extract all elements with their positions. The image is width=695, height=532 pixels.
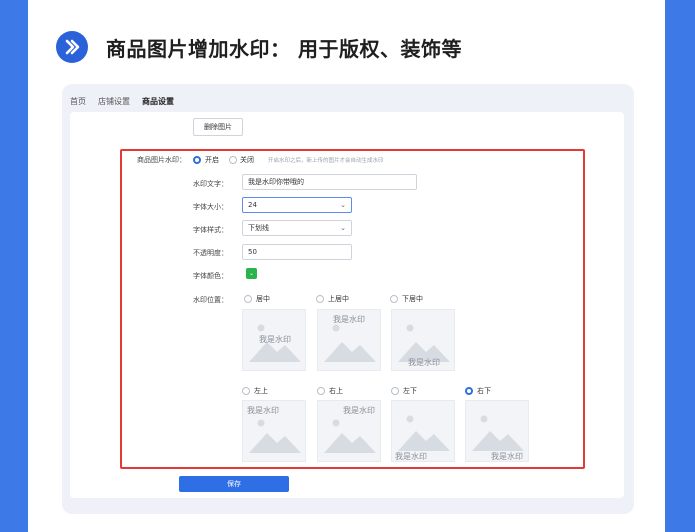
position-bottom-center-preview[interactable]: 我是水印 <box>391 309 455 371</box>
position-top-right-radio[interactable] <box>317 387 325 395</box>
font-color-picker[interactable]: ⌄ <box>246 268 257 279</box>
position-center-label[interactable]: 居中 <box>256 294 270 304</box>
save-button[interactable]: 保存 <box>179 476 289 492</box>
position-top-right-preview[interactable]: 我是水印 <box>317 400 381 462</box>
position-top-center-radio[interactable] <box>316 295 324 303</box>
font-style-label: 字体样式： <box>193 226 228 234</box>
heading-title: 商品图片增加水印： 用于版权、装饰等 <box>106 36 462 61</box>
position-bottom-center-label[interactable]: 下居中 <box>402 294 423 304</box>
position-top-right-label[interactable]: 右上 <box>329 386 343 396</box>
position-bottom-left-preview[interactable]: 我是水印 <box>391 400 455 462</box>
opacity-label: 不透明度： <box>193 249 228 257</box>
opacity-input[interactable]: 50 <box>242 244 352 260</box>
watermark-text-input[interactable]: 我是水印你带哦的 <box>242 174 417 190</box>
position-center-radio[interactable] <box>244 295 252 303</box>
watermark-sample: 我是水印 <box>333 315 365 324</box>
chevron-right-icon <box>56 31 88 63</box>
position-bottom-left-label[interactable]: 左下 <box>403 386 417 396</box>
breadcrumb-product-settings[interactable]: 商品设置 <box>142 96 174 107</box>
font-color-label: 字体颜色： <box>193 272 228 280</box>
watermark-off-label[interactable]: 关闭 <box>240 155 254 165</box>
watermark-sample: 我是水印 <box>491 452 523 461</box>
watermark-sample: 我是水印 <box>343 406 375 415</box>
text-label: 水印文字： <box>193 180 228 188</box>
watermark-off-radio[interactable] <box>229 156 237 164</box>
position-top-center-label[interactable]: 上居中 <box>328 294 349 304</box>
watermark-sample: 我是水印 <box>247 406 279 415</box>
heading: 商品图片增加水印： 用于版权、装饰等 <box>56 30 462 64</box>
watermark-label: 商品图片水印： <box>137 156 186 164</box>
font-size-value: 24 <box>248 201 257 209</box>
position-label: 水印位置： <box>193 296 228 304</box>
watermark-sample: 我是水印 <box>408 358 440 367</box>
breadcrumb-home[interactable]: 首页 <box>70 96 86 107</box>
position-bottom-center-radio[interactable] <box>390 295 398 303</box>
watermark-on-radio[interactable] <box>193 156 201 164</box>
chevron-down-icon: ⌄ <box>340 224 346 232</box>
chevron-down-icon: ⌄ <box>340 201 346 209</box>
position-top-left-preview[interactable]: 我是水印 <box>242 400 306 462</box>
breadcrumb: 首页 店铺设置 商品设置 <box>70 94 186 108</box>
watermark-sample: 我是水印 <box>395 452 427 461</box>
chevron-down-icon: ⌄ <box>248 269 255 277</box>
position-center-preview[interactable]: 我是水印 <box>242 309 306 371</box>
opacity-value: 50 <box>248 248 257 256</box>
watermark-hint: 开启水印之后，新上传的图片才会自动生成水印 <box>268 158 384 164</box>
position-bottom-right-label[interactable]: 右下 <box>477 386 491 396</box>
watermark-on-label[interactable]: 开启 <box>205 155 219 165</box>
position-top-center-preview[interactable]: 我是水印 <box>317 309 381 371</box>
position-bottom-right-preview[interactable]: 我是水印 <box>465 400 529 462</box>
position-top-left-label[interactable]: 左上 <box>254 386 268 396</box>
position-bottom-left-radio[interactable] <box>391 387 399 395</box>
font-style-value: 下划线 <box>248 224 269 232</box>
font-style-select[interactable]: 下划线 ⌄ <box>242 220 352 236</box>
breadcrumb-store-settings[interactable]: 店铺设置 <box>98 96 130 107</box>
delete-image-button[interactable]: 删除图片 <box>193 118 243 136</box>
font-size-select[interactable]: 24 ⌄ <box>242 197 352 213</box>
position-bottom-right-radio[interactable] <box>465 387 473 395</box>
watermark-text-value: 我是水印你带哦的 <box>248 178 304 186</box>
font-size-label: 字体大小： <box>193 203 228 211</box>
watermark-sample: 我是水印 <box>259 335 291 344</box>
position-top-left-radio[interactable] <box>242 387 250 395</box>
